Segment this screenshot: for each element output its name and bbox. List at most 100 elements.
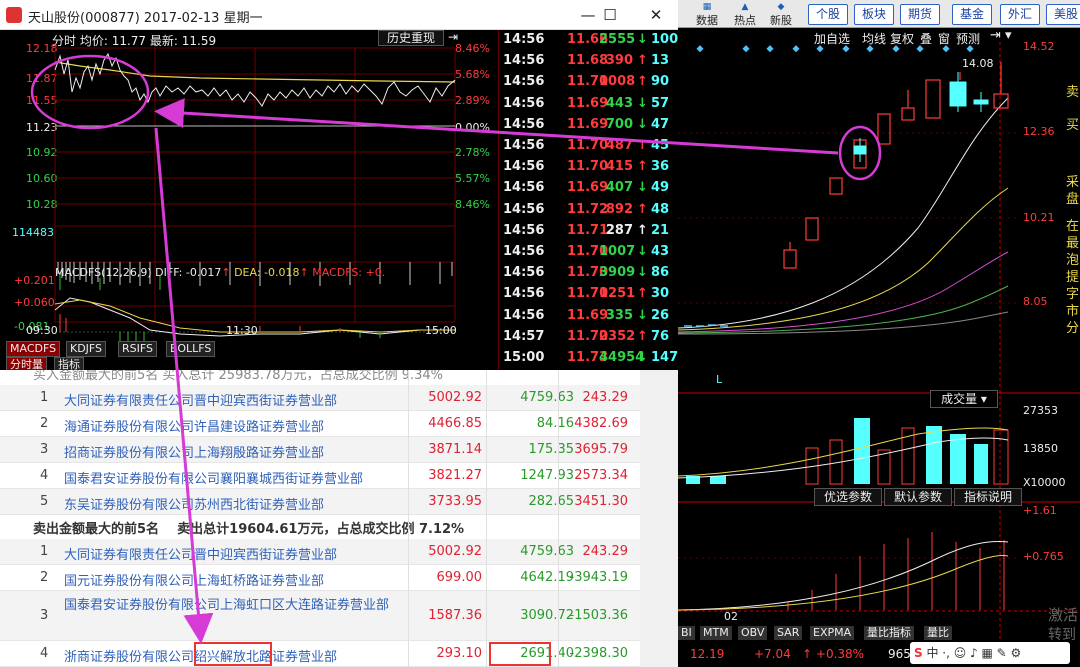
- tab-bi[interactable]: BI: [678, 626, 695, 640]
- branch-name[interactable]: 国泰君安证券股份有限公司襄阳襄城西街证券营业部: [64, 468, 363, 487]
- tab-rsifs[interactable]: RSIFS: [118, 341, 157, 357]
- buy-amount: 293.10: [436, 646, 483, 661]
- tick-volume: 1008: [599, 74, 636, 90]
- tick-direction-icon: ↑: [637, 286, 648, 302]
- branch-name[interactable]: 招商证券股份有限公司上海翔殷路证券营业部: [64, 442, 324, 461]
- buy-amount: 3821.27: [428, 468, 482, 483]
- time-tick: 09:30: [26, 324, 58, 337]
- tab-futures[interactable]: 期货: [900, 4, 940, 25]
- tick-row: 14:56 11.69 335 ↓ 26: [499, 306, 679, 327]
- buy-amount: 5002.92: [428, 390, 482, 405]
- branch-name[interactable]: 大同证券有限责任公司晋中迎宾西街证券营业部: [64, 390, 337, 409]
- maximize-button[interactable]: ☐: [588, 2, 632, 28]
- up-arrow-icon: ↑: [802, 647, 813, 661]
- table-row[interactable]: 2 国元证券股份有限公司上海虹桥路证券营业部 699.00 4642.19 -3943.…: [0, 565, 640, 591]
- tick-row: 14:56 11.71 287 ↑ 21: [499, 221, 679, 242]
- kline-chart-panel: 加自选 均线 复权 叠 窗 预测 ⇥ ▾ 14.52 12.36 10.21 8…: [678, 28, 1080, 665]
- status-price: 12.19: [690, 647, 725, 661]
- time-tick: 15:00: [425, 324, 457, 337]
- tick-time: 14:57: [503, 328, 545, 344]
- tab-macdfs[interactable]: MACDFS: [6, 341, 61, 357]
- ime-toolbar[interactable]: S 中 ·, ☺ ♪ ▦ ✎ ⚙: [910, 642, 1070, 664]
- tick-direction-icon: ↓: [637, 350, 648, 365]
- net-amount: 3451.30: [574, 494, 628, 509]
- tab-sar[interactable]: SAR: [774, 626, 803, 640]
- buy-amount: 3871.14: [428, 442, 482, 457]
- data-tool-button[interactable]: ▦ 数据: [690, 2, 724, 27]
- tab-funds[interactable]: 基金: [952, 4, 992, 25]
- tab-sector[interactable]: 板块: [854, 4, 894, 25]
- row-index: 1: [40, 544, 49, 559]
- tick-volume: 415: [605, 159, 633, 175]
- ipo-tool-button[interactable]: ◆ 新股: [764, 2, 798, 27]
- tick-time: 14:56: [503, 286, 545, 302]
- tab-forex[interactable]: 外汇: [1000, 4, 1040, 25]
- tick-volume: 443: [605, 95, 633, 111]
- table-row[interactable]: 3 国泰君安证券股份有限公司上海虹口区大连路证券营业部 1587.36 3090.72…: [0, 591, 640, 641]
- tick-count: 57: [651, 95, 670, 111]
- tab-expma[interactable]: EXPMA: [810, 626, 855, 640]
- kline-macd-tick: +1.61: [1023, 504, 1057, 517]
- tab-stock[interactable]: 个股: [808, 4, 848, 25]
- branch-name[interactable]: 东吴证券股份有限公司苏州西北街证券营业部: [64, 494, 324, 513]
- row-index: 2: [40, 416, 49, 431]
- table-row[interactable]: 1 大同证券有限责任公司晋中迎宾西街证券营业部 5002.92 4759.63 243.…: [0, 385, 640, 411]
- table-row[interactable]: 3 招商证券股份有限公司上海翔殷路证券营业部 3871.14 175.35 3695.7…: [0, 437, 640, 463]
- tab-bollfs[interactable]: BOLLFS: [166, 341, 216, 357]
- tab-volume-ratio-indicator[interactable]: 量比指标: [864, 626, 914, 640]
- tick-time: 14:56: [503, 32, 545, 47]
- row-index: 3: [40, 608, 49, 623]
- net-amount: 4382.69: [574, 416, 628, 431]
- tick-time: 14:56: [503, 74, 545, 90]
- close-button[interactable]: ✕: [634, 2, 678, 28]
- indicator-help-button[interactable]: 指标说明: [954, 488, 1022, 506]
- net-amount: -2398.30: [569, 646, 628, 661]
- tick-count: 21: [651, 222, 670, 238]
- tab-volume-ratio[interactable]: 量比: [924, 626, 952, 640]
- tick-count: 90: [651, 74, 670, 90]
- tick-time: 14:56: [503, 307, 545, 323]
- tick-direction-icon: ↓: [637, 32, 648, 47]
- branch-name[interactable]: 海通证券股份有限公司许昌建设路证券营业部: [64, 416, 324, 435]
- buy-amount: 3733.95: [428, 494, 482, 509]
- branch-name[interactable]: 大同证券有限责任公司晋中迎宾西街证券营业部: [64, 544, 337, 563]
- tick-row: 14:56 11.70 1251 ↑ 30: [499, 284, 679, 305]
- buy-amount: 4466.85: [428, 416, 482, 431]
- tick-time: 14:56: [503, 201, 545, 217]
- activate-watermark: 激活: [1048, 606, 1079, 624]
- tick-row: 14:56 11.69 443 ↓ 57: [499, 94, 679, 115]
- tab-kdjfs[interactable]: KDJFS: [66, 341, 107, 357]
- tick-row: 14:56 11.70 3909 ↓ 86: [499, 263, 679, 284]
- tab-obv[interactable]: OBV: [738, 626, 768, 640]
- table-row[interactable]: 4 国泰君安证券股份有限公司襄阳襄城西街证券营业部 3821.27 1247.93 25…: [0, 463, 640, 489]
- tick-time: 14:56: [503, 159, 545, 175]
- sogou-logo-icon: S: [914, 646, 923, 660]
- tab-us-stocks[interactable]: 美股: [1046, 4, 1080, 25]
- table-row[interactable]: 5 东吴证券股份有限公司苏州西北街证券营业部 3733.95 282.65 3451.3…: [0, 489, 640, 515]
- net-amount: 243.29: [582, 390, 629, 405]
- table-row[interactable]: 1 大同证券有限责任公司晋中迎宾西街证券营业部 5002.92 4759.63 243.…: [0, 539, 640, 565]
- buy-amount: 5002.92: [428, 544, 482, 559]
- tick-volume: 335: [605, 307, 633, 323]
- intraday-chart-svg: [30, 47, 456, 346]
- tick-volume: 287: [605, 222, 633, 238]
- intraday-chart-panel: 分时 均价: 11.77 最新: 11.59 历史重现 ⇥ 12.18 11.8…: [0, 30, 498, 373]
- tick-direction-icon: ↑: [637, 328, 648, 344]
- tick-direction-icon: ↓: [637, 307, 648, 323]
- tick-row: 14:57 11.70 2352 ↑ 76: [499, 327, 679, 348]
- tick-direction-icon: ↑: [637, 159, 648, 175]
- default-params-button[interactable]: 默认参数: [884, 488, 952, 506]
- branch-name[interactable]: 国泰君安证券股份有限公司上海虹口区大连路证券营业部: [64, 595, 394, 617]
- tick-row: 14:56 11.70 1007 ↓ 43: [499, 242, 679, 263]
- tick-volume: 2555: [599, 32, 636, 47]
- volume-selector[interactable]: 成交量 ▾: [930, 390, 998, 408]
- table-scrollbar[interactable]: [640, 370, 678, 667]
- tick-count: 30: [651, 286, 670, 302]
- branch-name[interactable]: 国元证券股份有限公司上海虹桥路证券营业部: [64, 570, 324, 589]
- kline-macd-tick: +0.765: [1023, 550, 1064, 563]
- optimal-params-button[interactable]: 优选参数: [814, 488, 882, 506]
- tab-mtm[interactable]: MTM: [700, 626, 732, 640]
- table-row[interactable]: 2 海通证券股份有限公司许昌建设路证券营业部 4466.85 84.16 4382.69: [0, 411, 640, 437]
- status-change: +7.04: [754, 647, 791, 661]
- hot-tool-button[interactable]: ▲ 热点: [728, 2, 762, 27]
